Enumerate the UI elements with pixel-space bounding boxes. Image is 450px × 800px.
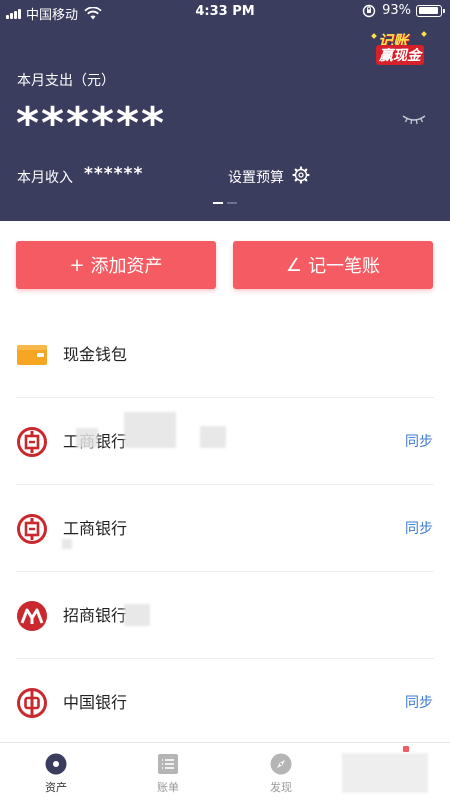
notification-dot: [403, 746, 409, 752]
sync-button[interactable]: 同步: [405, 431, 433, 451]
boc-logo-icon: [17, 688, 47, 718]
promo-badge[interactable]: 记账 赢现金: [370, 30, 428, 65]
monthly-income-value: ******: [84, 164, 144, 184]
list-item[interactable]: 招商银行: [0, 572, 450, 659]
promo-line2: 赢现金: [376, 45, 424, 65]
sync-button[interactable]: 同步: [405, 518, 433, 538]
summary-header: 中国移动 4:33 PM 93% 记账 赢现金 本月支出（元） ****** 本…: [0, 0, 450, 221]
pencil-icon: ∠: [285, 254, 303, 276]
masked-text: [76, 428, 98, 448]
tab-assets[interactable]: 资产: [0, 753, 112, 795]
tab-label: 账单: [157, 781, 179, 794]
tab-label: 发现: [270, 781, 292, 794]
add-asset-button[interactable]: + 添加资产: [16, 241, 216, 289]
battery-icon: [416, 4, 445, 17]
account-name: 招商银行: [63, 606, 128, 625]
account-name: 中国银行: [63, 693, 128, 712]
plus-icon: +: [69, 254, 85, 276]
page-dot-active: [213, 202, 223, 204]
account-name: 工商银行: [63, 519, 128, 538]
list-item[interactable]: 中国银行 同步: [0, 659, 450, 746]
icbc-logo-icon: [17, 427, 47, 457]
sparkle-icon: [371, 33, 377, 39]
compass-icon: [270, 753, 292, 775]
record-entry-button[interactable]: ∠ 记一笔账: [233, 241, 433, 289]
monthly-expense-label: 本月支出（元）: [17, 73, 115, 89]
eye-closed-icon[interactable]: [402, 114, 426, 126]
list-item[interactable]: 工商银行 同步: [0, 485, 450, 572]
masked-text: [62, 539, 72, 549]
sparkle-icon: [421, 31, 427, 37]
list-item[interactable]: 工商银行 同步: [0, 398, 450, 485]
page-indicator: [213, 202, 241, 204]
masked-text: [200, 426, 226, 448]
masked-region: [342, 753, 428, 793]
bottom-tab-bar: 资产 账单 发现: [0, 742, 450, 800]
status-right: 93%: [362, 3, 445, 18]
account-name: 现金钱包: [63, 345, 128, 364]
page-dot: [227, 202, 237, 204]
masked-text: [124, 604, 150, 626]
tab-bills[interactable]: 账单: [112, 753, 224, 795]
list-item[interactable]: 现金钱包: [0, 311, 450, 398]
monthly-expense-value: ******: [16, 98, 167, 149]
tab-label: 资产: [45, 781, 67, 794]
set-budget-link[interactable]: 设置预算: [228, 167, 284, 187]
masked-text: [124, 412, 176, 448]
battery-percent: 93%: [382, 3, 411, 18]
record-entry-label: 记一笔账: [308, 256, 381, 277]
add-asset-label: 添加资产: [90, 256, 163, 277]
monthly-income-label: 本月收入: [17, 170, 73, 186]
wallet-icon: [17, 345, 47, 365]
orientation-lock-icon: [362, 4, 376, 17]
icbc-logo-icon: [17, 514, 47, 544]
sync-button[interactable]: 同步: [405, 692, 433, 712]
gear-icon[interactable]: [292, 166, 310, 184]
bill-list-icon: [158, 754, 178, 774]
cmb-logo-icon: [17, 601, 47, 631]
status-bar: 中国移动 4:33 PM 93%: [0, 0, 450, 24]
asset-icon: [45, 753, 67, 775]
tab-discover[interactable]: 发现: [225, 753, 337, 795]
